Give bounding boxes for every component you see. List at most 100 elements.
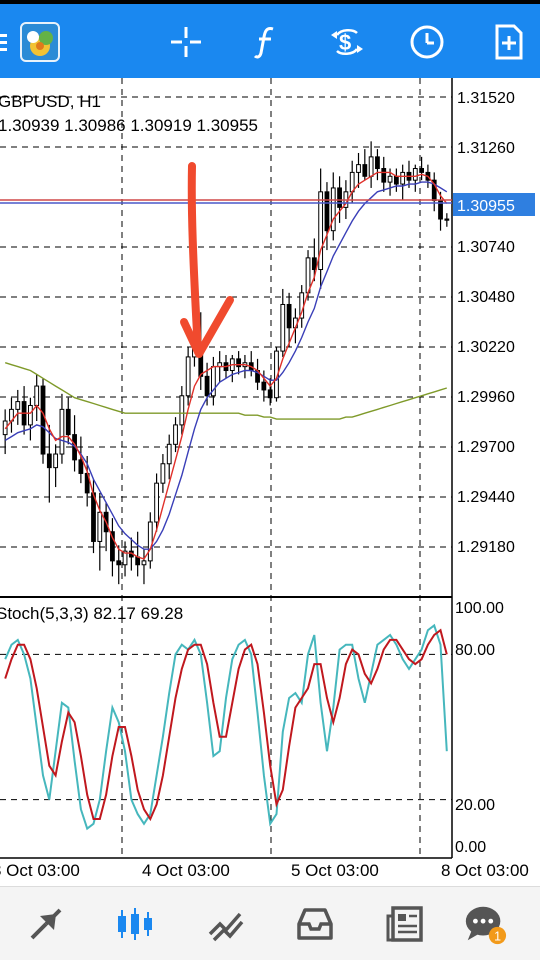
price-tick: 1.30220 <box>457 339 515 356</box>
candle <box>34 374 40 422</box>
candle-body <box>375 156 380 170</box>
candle <box>431 172 437 212</box>
stoch-main-line <box>4 623 448 831</box>
timeframe-clock-icon[interactable] <box>405 20 449 64</box>
candle-body <box>330 187 336 232</box>
bottom-navigation: 1 <box>0 886 540 960</box>
news-icon[interactable] <box>382 901 428 947</box>
price-axis: 1.31520 1.31260 1.30740 1.30480 1.30220 … <box>457 90 515 556</box>
candle <box>444 213 450 227</box>
candle-body <box>393 175 399 185</box>
candle-body <box>305 257 311 294</box>
candle-body <box>65 408 71 436</box>
candle-body <box>400 171 406 185</box>
candle-body <box>286 303 292 329</box>
candle-body <box>59 408 65 455</box>
time-tick: 8 Oct 03:00 <box>441 861 529 880</box>
trade-icon[interactable] <box>203 901 249 947</box>
candle-body <box>261 381 267 391</box>
candle-body <box>40 385 46 455</box>
candle <box>393 168 399 192</box>
svg-text:$: $ <box>339 30 351 55</box>
candle-body <box>147 521 153 562</box>
candle-body <box>91 492 96 542</box>
stoch-tick: 80.00 <box>455 642 495 659</box>
candle-body <box>173 424 178 445</box>
candle <box>280 288 286 357</box>
candle <box>15 389 21 425</box>
candle-body <box>356 164 361 173</box>
candle <box>248 351 254 377</box>
candle-body <box>116 560 122 566</box>
price-tick: 1.29180 <box>457 539 515 556</box>
chat-icon[interactable]: 1 <box>462 901 508 947</box>
current-price-label: 1.30955 <box>457 198 515 215</box>
candle <box>368 141 374 188</box>
ohlc-values: 1.30939 1.30986 1.30919 1.30955 <box>0 116 258 135</box>
candle <box>53 444 59 488</box>
candle <box>166 434 172 480</box>
candle-body <box>236 358 242 368</box>
function-icon[interactable] <box>244 20 288 64</box>
candle-body <box>387 175 393 183</box>
candle <box>210 356 216 406</box>
candle <box>330 172 336 241</box>
candle-body <box>267 389 273 399</box>
stochastic-lines <box>4 623 448 831</box>
candle-body <box>185 356 191 397</box>
candle <box>412 164 418 192</box>
candle-body <box>444 218 450 221</box>
candle-body <box>166 443 172 465</box>
time-axis: 3 Oct 03:00 4 Oct 03:00 5 Oct 03:00 8 Oc… <box>0 861 529 880</box>
candle <box>381 156 387 192</box>
candle <box>59 393 65 464</box>
candle-body <box>141 560 147 566</box>
candle-body <box>160 463 166 484</box>
price-tick: 1.29440 <box>457 489 515 506</box>
candle <box>236 351 242 375</box>
candle-body <box>154 482 159 523</box>
crosshair-icon[interactable] <box>164 20 208 64</box>
candle-body <box>46 453 52 469</box>
chart-icon[interactable] <box>112 901 158 947</box>
candle <box>349 160 355 204</box>
candle-body <box>311 257 317 271</box>
price-tick: 1.30480 <box>457 289 515 306</box>
candle-body <box>53 453 59 469</box>
chat-badge-count: 1 <box>494 929 501 943</box>
candle-body <box>368 156 374 177</box>
menu-icon[interactable] <box>0 20 16 64</box>
price-chart[interactable]: GBPUSD, H1 1.30939 1.30986 1.30919 1.309… <box>0 78 540 886</box>
candle <box>255 358 260 390</box>
candle-body <box>381 168 387 183</box>
candle <box>116 545 122 585</box>
candle <box>242 354 248 379</box>
quotes-icon[interactable] <box>23 901 69 947</box>
candle <box>179 386 185 435</box>
candle <box>141 549 147 585</box>
new-chart-icon[interactable] <box>487 20 531 64</box>
time-tick: 3 Oct 03:00 <box>0 861 80 880</box>
candle <box>362 149 368 181</box>
candle <box>160 454 166 493</box>
indicators-icon[interactable]: $ <box>325 20 369 64</box>
price-tick: 1.31260 <box>457 140 515 157</box>
candle <box>21 386 27 435</box>
metatrader-logo-icon[interactable] <box>18 20 62 64</box>
candle <box>46 424 52 503</box>
candle-body <box>349 171 355 193</box>
top-toolbar: $ <box>0 0 540 78</box>
candle-body <box>34 385 40 406</box>
price-tick: 1.30740 <box>457 239 515 256</box>
history-icon[interactable] <box>292 901 338 947</box>
chart-area[interactable]: GBPUSD, H1 1.30939 1.30986 1.30919 1.309… <box>0 78 540 886</box>
stoch-tick: 100.00 <box>455 600 504 617</box>
candle-body <box>362 164 368 177</box>
candle <box>375 149 380 181</box>
candle <box>147 512 153 569</box>
candle <box>318 168 324 289</box>
candle <box>110 518 115 577</box>
grid-lines <box>0 78 452 858</box>
candle-body <box>419 168 424 173</box>
stoch-signal-line <box>4 628 448 822</box>
